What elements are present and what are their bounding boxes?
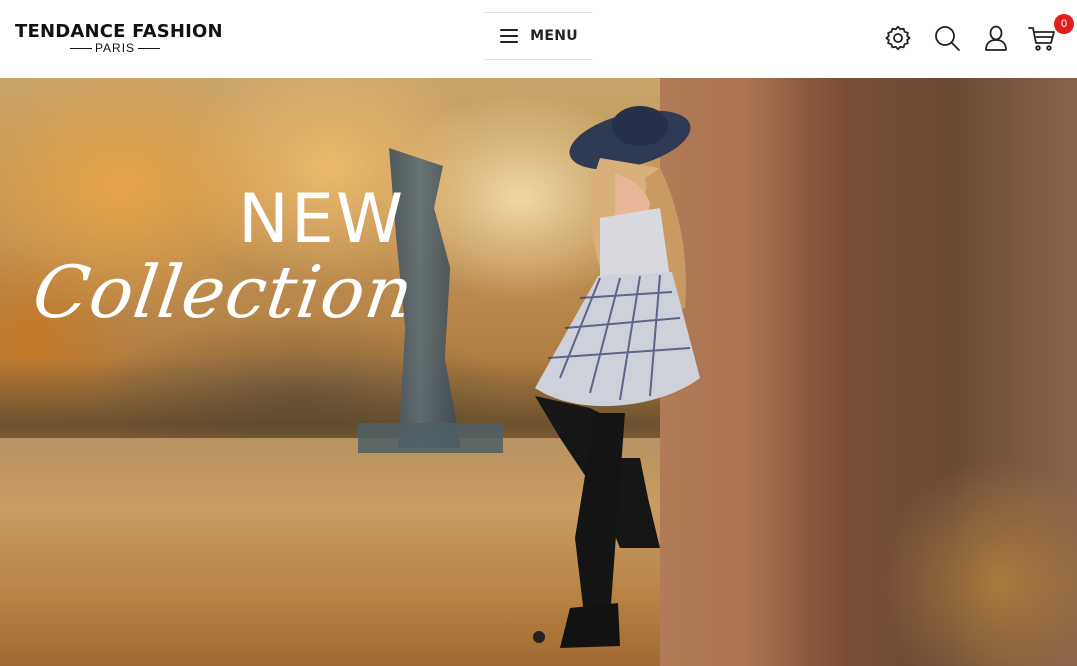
site-logo[interactable]: TENDANCE FASHION PARIS bbox=[15, 21, 223, 55]
menu-label: MENU bbox=[530, 28, 578, 44]
hero-script-title: Collection bbox=[28, 250, 420, 334]
logo-title: TENDANCE FASHION bbox=[15, 21, 223, 42]
hero-wall-moss bbox=[880, 458, 1077, 666]
site-header: TENDANCE FASHION PARIS MENU 0 bbox=[0, 0, 1077, 78]
logo-subtitle-text: PARIS bbox=[94, 41, 136, 55]
hero-wall-highlight bbox=[660, 78, 810, 666]
hero-pedestal bbox=[358, 423, 503, 453]
logo-rule-right bbox=[138, 47, 161, 49]
menu-button[interactable]: MENU bbox=[485, 12, 593, 60]
settings-icon[interactable] bbox=[884, 24, 912, 52]
logo-subtitle: PARIS bbox=[15, 42, 215, 54]
hero-headline: NEW bbox=[238, 180, 406, 259]
account-icon[interactable] bbox=[982, 24, 1010, 52]
hamburger-icon bbox=[500, 29, 519, 43]
hero-slider: NEW Collection bbox=[0, 78, 1077, 666]
cart-icon[interactable] bbox=[1028, 24, 1056, 52]
search-icon[interactable] bbox=[933, 24, 961, 52]
cart-count-badge: 0 bbox=[1054, 14, 1074, 34]
logo-rule-left bbox=[69, 47, 92, 49]
slider-dot-active[interactable] bbox=[533, 631, 545, 643]
hero-ground bbox=[0, 438, 760, 666]
